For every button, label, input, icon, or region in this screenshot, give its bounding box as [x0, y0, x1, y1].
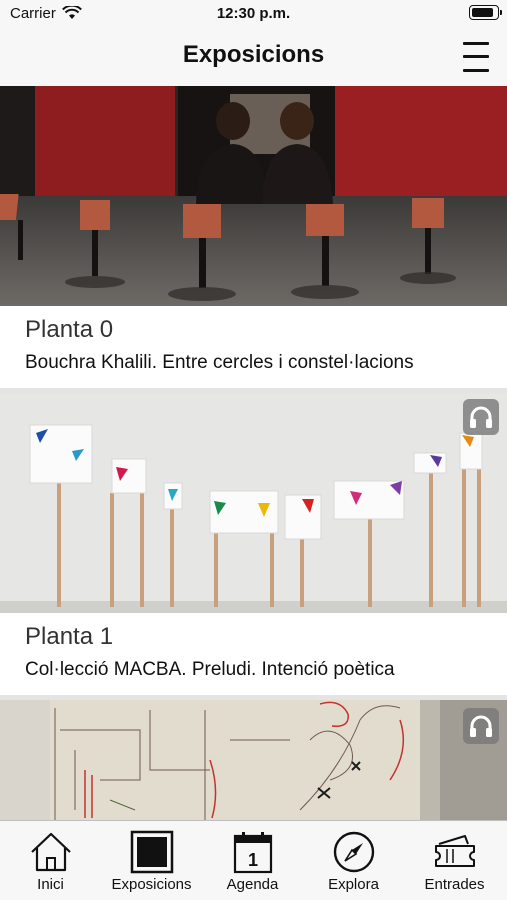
tab-exposicions[interactable]: Exposicions — [101, 821, 202, 900]
page-title: Exposicions — [182, 41, 325, 68]
compass-icon — [333, 831, 375, 873]
exhibition-caption: Planta 0 Bouchra Khalili. Entre cercles … — [0, 306, 507, 388]
audio-guide-badge — [463, 708, 499, 744]
tab-label: Explora — [328, 876, 379, 893]
battery-icon — [469, 5, 502, 20]
tab-label: Agenda — [226, 876, 279, 893]
exhibition-title: Bouchra Khalili. Entre cercles i constel… — [25, 352, 414, 373]
tab-inici[interactable]: Inici — [0, 821, 101, 900]
exhibition-floor: Planta 0 — [25, 316, 114, 343]
tab-label: Inici — [37, 876, 64, 893]
exhibition-card[interactable]: Planta 0 Bouchra Khalili. Entre cercles … — [0, 86, 507, 388]
headphones-icon — [470, 715, 492, 737]
exhibition-image — [0, 700, 507, 820]
exhibition-caption: Planta 1 Col·lecció MACBA. Preludi. Inte… — [0, 613, 507, 695]
headphones-icon — [470, 406, 492, 428]
exhibition-image — [0, 393, 507, 613]
calendar-icon: 1 — [233, 832, 273, 874]
tab-agenda[interactable]: 1 Agenda — [202, 821, 303, 900]
tab-entrades[interactable]: Entrades — [404, 821, 505, 900]
exhibition-title: Col·lecció MACBA. Preludi. Intenció poèt… — [25, 659, 395, 680]
battery-level — [472, 8, 493, 17]
tab-bar: Inici Exposicions 1 Agenda Explora Entra… — [0, 820, 507, 900]
navigation-bar: Exposicions — [0, 28, 507, 86]
exhibition-card[interactable] — [0, 700, 507, 820]
tab-label: Entrades — [424, 876, 485, 893]
exhibitions-icon — [130, 830, 174, 874]
tab-label: Exposicions — [111, 876, 192, 893]
tickets-icon — [435, 835, 475, 867]
calendar-day: 1 — [248, 850, 258, 870]
exhibition-card[interactable]: Planta 1 Col·lecció MACBA. Preludi. Inte… — [0, 393, 507, 695]
status-bar: Carrier 12:30 p.m. — [0, 0, 507, 28]
hamburger-menu-icon[interactable] — [461, 40, 491, 74]
exhibition-image — [0, 86, 507, 306]
tab-explora[interactable]: Explora — [303, 821, 404, 900]
exhibition-floor: Planta 1 — [25, 623, 114, 650]
clock: 12:30 p.m. — [216, 5, 291, 22]
audio-guide-badge — [463, 399, 499, 435]
exhibition-list[interactable]: Planta 0 Bouchra Khalili. Entre cercles … — [0, 86, 507, 820]
home-icon — [31, 832, 71, 872]
